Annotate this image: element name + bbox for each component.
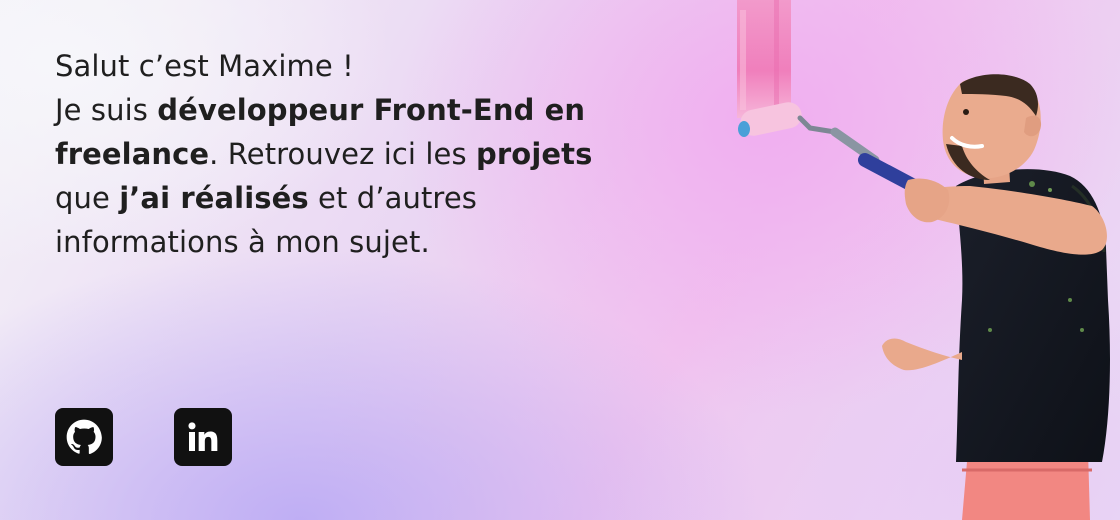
intro-bold-realized: j’ai réalisés [119,181,309,215]
painter-illustration [737,0,1110,520]
linkedin-link[interactable] [174,408,232,466]
paint-stroke [737,0,791,118]
intro-part-1: Je suis [55,93,158,127]
painter-person [882,74,1110,520]
linkedin-icon [188,422,218,451]
intro-text: Salut c’est Maxime ! Je suis développeur … [55,44,635,264]
paint-roller [738,102,923,194]
github-link[interactable] [55,408,113,466]
intro-bold-projects: projets [476,137,593,171]
github-icon [66,419,102,455]
intro-greeting: Salut c’est Maxime ! [55,49,354,83]
intro-part-2: . Retrouvez ici les [209,137,477,171]
intro-part-3: que [55,181,120,215]
